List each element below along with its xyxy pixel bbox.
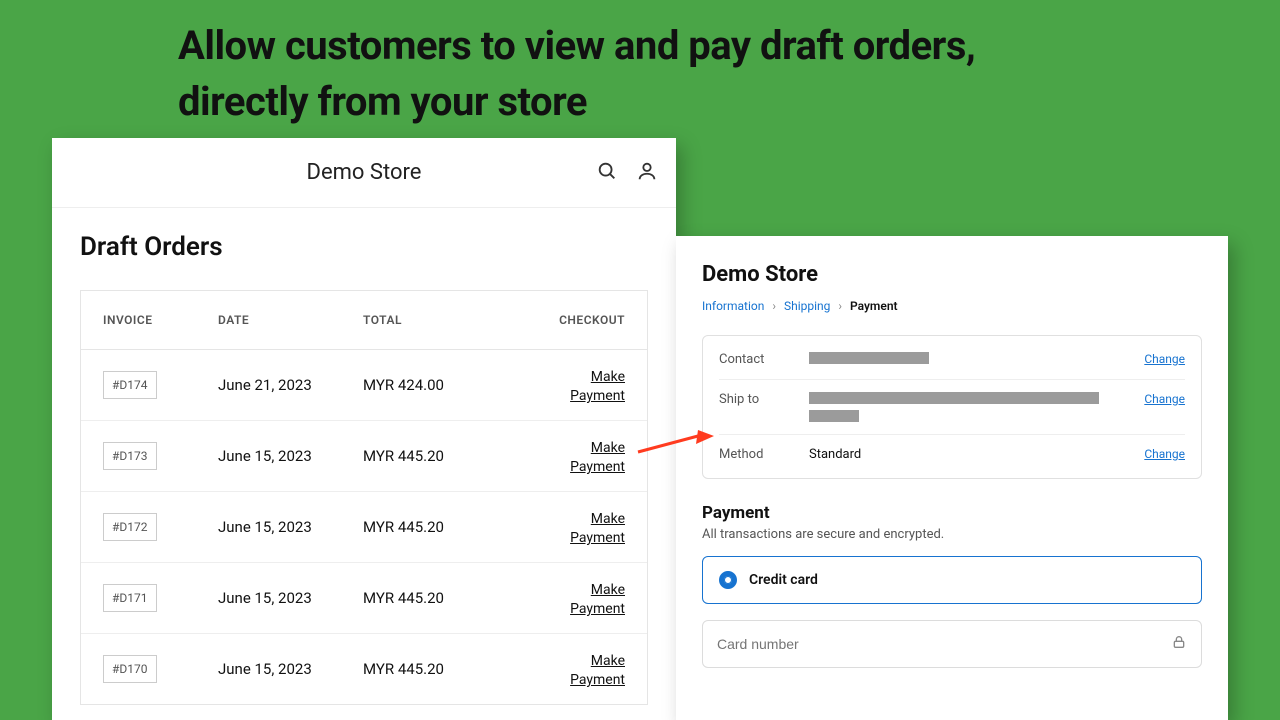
breadcrumb: Information › Shipping › Payment — [702, 299, 1202, 313]
col-total: TOTAL — [363, 313, 533, 327]
marketing-headline: Allow customers to view and pay draft or… — [178, 18, 1078, 130]
summary-label-method: Method — [719, 447, 801, 462]
col-date: DATE — [218, 313, 363, 327]
orders-table: INVOICE DATE TOTAL CHECKOUT #D174 June 2… — [80, 290, 648, 705]
make-payment-link[interactable]: Make Payment — [570, 369, 625, 404]
chevron-right-icon: › — [772, 299, 776, 313]
chevron-right-icon: › — [838, 299, 842, 313]
order-total: MYR 445.20 — [363, 589, 533, 607]
order-date: June 15, 2023 — [218, 518, 363, 536]
store-panel: Demo Store Draft Orders INVOICE DATE TOT… — [52, 138, 676, 720]
summary-row-method: Method Standard Change — [719, 435, 1185, 474]
summary-row-shipto: Ship to Change — [719, 380, 1185, 435]
change-method-link[interactable]: Change — [1125, 447, 1185, 461]
order-total: MYR 424.00 — [363, 376, 533, 394]
payment-heading: Payment — [702, 503, 1202, 523]
make-payment-link[interactable]: Make Payment — [570, 440, 625, 475]
lock-icon — [1171, 634, 1187, 654]
radio-selected-icon — [719, 571, 737, 589]
order-date: June 21, 2023 — [218, 376, 363, 394]
change-contact-link[interactable]: Change — [1125, 352, 1185, 366]
breadcrumb-shipping[interactable]: Shipping — [784, 299, 830, 313]
summary-row-contact: Contact Change — [719, 340, 1185, 380]
table-row: #D173 June 15, 2023 MYR 445.20 Make Paym… — [81, 421, 647, 492]
table-header: INVOICE DATE TOTAL CHECKOUT — [81, 291, 647, 350]
page-title: Draft Orders — [80, 232, 648, 262]
table-row: #D171 June 15, 2023 MYR 445.20 Make Paym… — [81, 563, 647, 634]
store-title: Demo Store — [307, 160, 422, 185]
invoice-badge: #D171 — [103, 584, 157, 612]
table-row: #D174 June 21, 2023 MYR 424.00 Make Paym… — [81, 350, 647, 421]
make-payment-link[interactable]: Make Payment — [570, 653, 625, 688]
order-total: MYR 445.20 — [363, 518, 533, 536]
summary-value-method: Standard — [809, 447, 1117, 462]
col-invoice: INVOICE — [103, 313, 218, 327]
redacted-contact — [809, 352, 1117, 364]
make-payment-link[interactable]: Make Payment — [570, 582, 625, 617]
summary-label-shipto: Ship to — [719, 392, 801, 407]
store-header: Demo Store — [52, 138, 676, 208]
change-shipto-link[interactable]: Change — [1125, 392, 1185, 406]
card-number-field[interactable] — [702, 620, 1202, 668]
invoice-badge: #D174 — [103, 371, 157, 399]
table-row: #D170 June 15, 2023 MYR 445.20 Make Paym… — [81, 634, 647, 704]
order-total: MYR 445.20 — [363, 447, 533, 465]
order-date: June 15, 2023 — [218, 447, 363, 465]
invoice-badge: #D173 — [103, 442, 157, 470]
breadcrumb-information[interactable]: Information — [702, 299, 764, 313]
payment-method-credit-card[interactable]: Credit card — [702, 556, 1202, 604]
account-icon[interactable] — [636, 160, 658, 186]
order-total: MYR 445.20 — [363, 660, 533, 678]
table-row: #D172 June 15, 2023 MYR 445.20 Make Paym… — [81, 492, 647, 563]
card-number-input[interactable] — [717, 636, 1171, 652]
summary-label-contact: Contact — [719, 352, 801, 367]
redacted-shipto — [809, 392, 1117, 422]
search-icon[interactable] — [596, 160, 618, 186]
payment-method-label: Credit card — [749, 572, 818, 588]
summary-card: Contact Change Ship to Change Method Sta… — [702, 335, 1202, 479]
col-checkout: CHECKOUT — [533, 313, 625, 327]
invoice-badge: #D170 — [103, 655, 157, 683]
invoice-badge: #D172 — [103, 513, 157, 541]
make-payment-link[interactable]: Make Payment — [570, 511, 625, 546]
order-date: June 15, 2023 — [218, 660, 363, 678]
breadcrumb-payment: Payment — [850, 299, 898, 313]
payment-subheading: All transactions are secure and encrypte… — [702, 527, 1202, 542]
checkout-panel: Demo Store Information › Shipping › Paym… — [676, 236, 1228, 720]
checkout-store-name: Demo Store — [702, 262, 1202, 287]
order-date: June 15, 2023 — [218, 589, 363, 607]
